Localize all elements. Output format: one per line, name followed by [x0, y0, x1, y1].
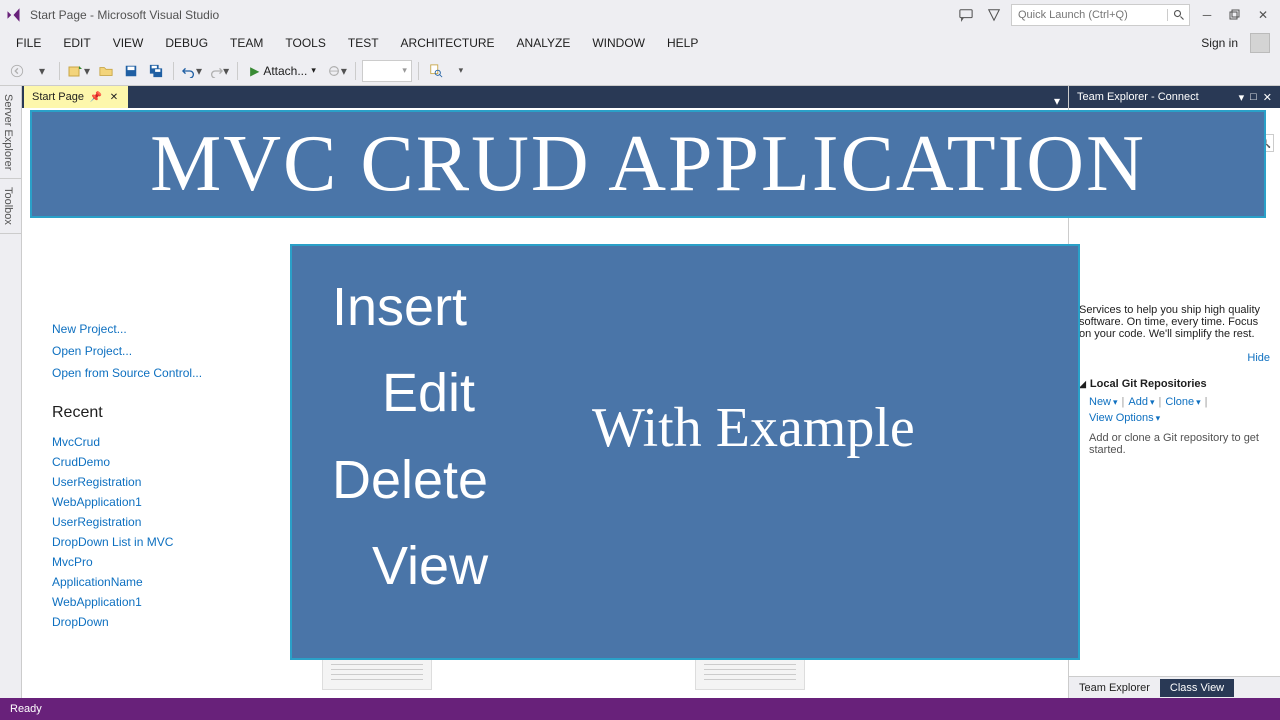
- close-button[interactable]: ✕: [1252, 4, 1274, 26]
- git-description: Add or clone a Git repository to get sta…: [1079, 426, 1270, 456]
- attach-label: Attach...: [263, 64, 307, 78]
- nav-fwd-button[interactable]: ▾: [31, 60, 53, 82]
- nav-back-button[interactable]: [6, 60, 28, 82]
- team-explorer-title: Team Explorer - Connect: [1077, 91, 1199, 103]
- left-rail: Server Explorer Toolbox: [0, 86, 22, 698]
- window-title: Start Page - Microsoft Visual Studio: [30, 8, 219, 22]
- git-view-options-button[interactable]: View Options ▾: [1089, 412, 1160, 424]
- tab-strip: Start Page 📌 ✕ ▾: [22, 86, 1068, 108]
- quick-launch-search-icon[interactable]: [1167, 9, 1189, 21]
- menu-help[interactable]: HELP: [657, 33, 708, 53]
- quick-launch[interactable]: [1011, 4, 1190, 26]
- save-button[interactable]: [120, 60, 142, 82]
- find-in-files-button[interactable]: [425, 60, 447, 82]
- recent-item[interactable]: WebApplication1: [52, 592, 282, 612]
- git-new-button[interactable]: New ▾: [1089, 396, 1118, 408]
- overlay-body-banner: Insert Edit Delete View With Example: [290, 244, 1080, 660]
- menu-tools[interactable]: TOOLS: [275, 33, 335, 53]
- minimize-button[interactable]: ─: [1196, 4, 1218, 26]
- git-add-button[interactable]: Add ▾: [1128, 396, 1154, 408]
- tab-label: Start Page: [32, 91, 84, 103]
- tab-list-dropdown[interactable]: ▾: [1054, 94, 1060, 108]
- panel-pin-icon[interactable]: □: [1250, 91, 1257, 103]
- server-explorer-tab[interactable]: Server Explorer: [0, 86, 21, 179]
- menu-debug[interactable]: DEBUG: [155, 33, 218, 53]
- team-explorer-header: Team Explorer - Connect ▾ □ ✕: [1069, 86, 1280, 108]
- recent-item[interactable]: UserRegistration: [52, 512, 282, 532]
- recent-item[interactable]: CrudDemo: [52, 452, 282, 472]
- notifications-icon[interactable]: [983, 4, 1005, 26]
- menu-architecture[interactable]: ARCHITECTURE: [391, 33, 505, 53]
- status-text: Ready: [10, 703, 42, 715]
- panel-bottom-tabs: Team Explorer Class View: [1069, 676, 1280, 698]
- undo-button[interactable]: ▾: [180, 60, 204, 82]
- recent-heading: Recent: [52, 404, 282, 422]
- pin-icon[interactable]: 📌: [90, 91, 102, 103]
- menu-window[interactable]: WINDOW: [582, 33, 655, 53]
- open-project-link[interactable]: Open Project...: [52, 340, 282, 362]
- menubar: FILE EDIT VIEW DEBUG TEAM TOOLS TEST ARC…: [0, 30, 1280, 56]
- browser-select-button[interactable]: ▾: [325, 60, 349, 82]
- vs-logo-icon: [6, 6, 24, 24]
- open-source-control-link[interactable]: Open from Source Control...: [52, 362, 282, 384]
- recent-item[interactable]: WebApplication1: [52, 492, 282, 512]
- menu-team[interactable]: TEAM: [220, 33, 273, 53]
- redo-button[interactable]: ▾: [207, 60, 231, 82]
- menu-edit[interactable]: EDIT: [53, 33, 100, 53]
- statusbar: Ready: [0, 698, 1280, 720]
- overlay-title-banner: MVC CRUD APPLICATION: [30, 110, 1266, 218]
- user-avatar-icon[interactable]: [1250, 33, 1270, 53]
- recent-item[interactable]: DropDown List in MVC: [52, 532, 282, 552]
- toolbar: ▾ ▾ ▾ ▾ ▶ Attach... ▾ ▾ ▾ ▾: [0, 56, 1280, 86]
- open-file-button[interactable]: [95, 60, 117, 82]
- menu-file[interactable]: FILE: [6, 33, 51, 53]
- toolbar-overflow[interactable]: ▾: [450, 60, 472, 82]
- titlebar: Start Page - Microsoft Visual Studio ─ ✕: [0, 0, 1280, 30]
- recent-item[interactable]: MvcPro: [52, 552, 282, 572]
- recent-item[interactable]: UserRegistration: [52, 472, 282, 492]
- solution-config-combo[interactable]: ▾: [362, 60, 412, 82]
- panel-menu-icon[interactable]: ▾: [1239, 91, 1245, 104]
- sign-in-link[interactable]: Sign in: [1191, 33, 1248, 53]
- hide-link[interactable]: Hide: [1069, 348, 1280, 374]
- git-heading[interactable]: ◢Local Git Repositories: [1079, 374, 1270, 394]
- overlay-crud-list: Insert Edit Delete View: [332, 264, 488, 610]
- tab-team-explorer[interactable]: Team Explorer: [1069, 679, 1160, 697]
- toolbox-tab[interactable]: Toolbox: [0, 179, 21, 234]
- close-tab-icon[interactable]: ✕: [108, 91, 120, 103]
- recent-item[interactable]: DropDown: [52, 612, 282, 632]
- chevron-down-icon: ◢: [1079, 379, 1086, 390]
- save-all-button[interactable]: [145, 60, 167, 82]
- new-project-link[interactable]: New Project...: [52, 318, 282, 340]
- recent-item[interactable]: MvcCrud: [52, 432, 282, 452]
- quick-launch-input[interactable]: [1012, 9, 1167, 21]
- attach-button[interactable]: ▶ Attach... ▾: [244, 60, 322, 82]
- tab-start-page[interactable]: Start Page 📌 ✕: [24, 86, 128, 108]
- overlay-example-text: With Example: [592, 396, 915, 460]
- new-project-button[interactable]: ▾: [66, 60, 92, 82]
- recent-item[interactable]: ApplicationName: [52, 572, 282, 592]
- feedback-icon[interactable]: [955, 4, 977, 26]
- tab-class-view[interactable]: Class View: [1160, 679, 1234, 697]
- git-clone-button[interactable]: Clone ▾: [1165, 396, 1200, 408]
- overlay-title-text: MVC CRUD APPLICATION: [150, 119, 1146, 210]
- menu-view[interactable]: VIEW: [103, 33, 154, 53]
- git-section: ◢Local Git Repositories New ▾| Add ▾| Cl…: [1069, 374, 1280, 456]
- panel-close-icon[interactable]: ✕: [1263, 91, 1272, 104]
- restore-button[interactable]: [1224, 4, 1246, 26]
- menu-test[interactable]: TEST: [338, 33, 389, 53]
- menu-analyze[interactable]: ANALYZE: [507, 33, 581, 53]
